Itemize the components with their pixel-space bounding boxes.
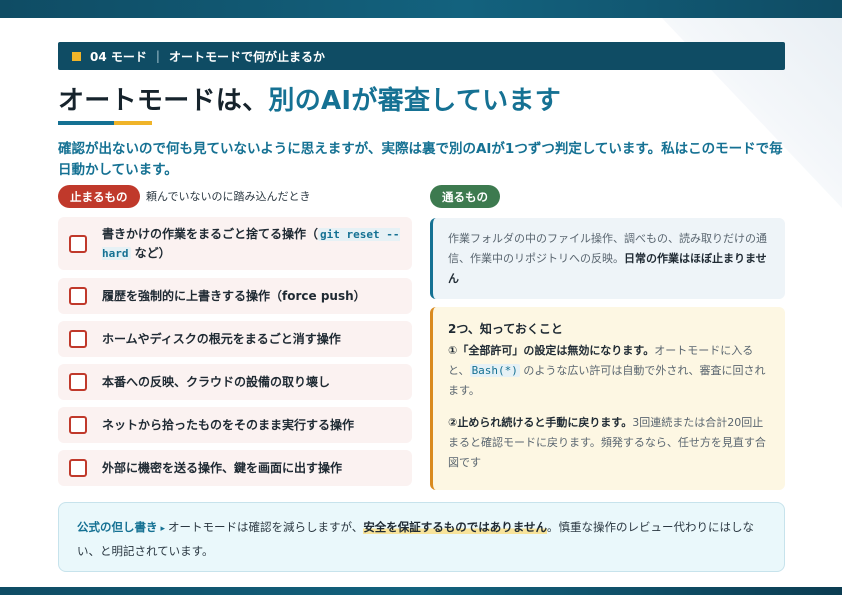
stop-item: ホームやディスクの根元をまるごと消す操作 bbox=[58, 321, 412, 357]
breadcrumb-section: 04 モード bbox=[90, 49, 147, 64]
stop-item-text-b: など） bbox=[130, 245, 171, 260]
square-bullet-icon bbox=[72, 51, 81, 61]
page-title: オートモードは、別のAIが審査しています bbox=[58, 80, 561, 117]
page-title-accent: 別のAIが審査しています bbox=[268, 86, 562, 116]
stop-item: 書きかけの作業をまるごと捨てる操作（ git reset --hard など） bbox=[58, 217, 412, 270]
footer-callout: 公式の但し書き ▸ オートモードは確認を減らしますが、安全を保証するものではありませ… bbox=[58, 502, 785, 572]
checkbox-icon bbox=[69, 234, 87, 253]
checkbox-icon bbox=[69, 287, 87, 305]
stop-item: 本番への反映、クラウドの設備の取り壊し bbox=[58, 364, 412, 400]
pass-label-badge: 通るもの bbox=[430, 185, 500, 208]
notes-title: 2つ、知っておくこと bbox=[448, 322, 563, 336]
lead-text: 確認が出ないので何も見ていないように思えますが、実際は裏で別のAIが1つずつ判定… bbox=[58, 141, 783, 178]
breadcrumb: 04 モード | オートモードで何が止まるか bbox=[58, 42, 785, 70]
stop-item-text: 外部に機密を送る操作、鍵を画面に出す操作 bbox=[102, 461, 343, 475]
footer-emphasis: 安全を保証するものではありません bbox=[363, 520, 547, 534]
underline-yellow bbox=[114, 121, 152, 125]
stop-label-badge: 止まるもの bbox=[58, 185, 140, 208]
note-1-code: Bash(*) bbox=[469, 364, 520, 377]
stop-note: 頼んでいないのに踏み込んだとき bbox=[146, 190, 311, 203]
breadcrumb-separator: | bbox=[155, 49, 160, 63]
checkbox-icon bbox=[69, 330, 87, 348]
arrow-right-icon: ▸ bbox=[160, 524, 166, 534]
footer-text-a: オートモードは確認を減らしますが、 bbox=[168, 520, 364, 534]
title-underline bbox=[58, 121, 152, 125]
note-1: ①「全部許可」の設定は無効になります。オートモードに入ると、 Bash(*) のよ… bbox=[448, 341, 771, 401]
stop-item-text: 書きかけの作業をまるごと捨てる操作（ git reset --hard など） bbox=[102, 225, 402, 263]
pass-card: 作業フォルダの中のファイル操作、調べもの、読み取りだけの通信、作業中のリポジトリ… bbox=[430, 218, 785, 299]
notes-card: 2つ、知っておくこと ①「全部許可」の設定は無効になります。オートモードに入ると… bbox=[430, 307, 785, 490]
stop-item: 履歴を強制的に上書きする操作（force push） bbox=[58, 278, 412, 314]
footer-label: 公式の但し書き bbox=[77, 520, 158, 534]
notes-gap bbox=[448, 401, 771, 413]
page-title-main: オートモードは、 bbox=[58, 86, 269, 116]
stop-item: ネットから拾ったものをそのまま実行する操作 bbox=[58, 407, 412, 443]
checkbox-icon bbox=[69, 416, 87, 434]
checkbox-icon bbox=[69, 373, 87, 391]
stop-item-text: 履歴を強制的に上書きする操作（force push） bbox=[102, 289, 366, 303]
top-bar bbox=[0, 0, 842, 18]
note-2-bold: ②止められ続けると手動に戻ります。 bbox=[448, 416, 633, 429]
note-1-bold: ①「全部許可」の設定は無効になります。 bbox=[448, 344, 655, 357]
note-2: ②止められ続けると手動に戻ります。3回連続または合計20回止まると確認モードに戻… bbox=[448, 413, 771, 473]
stop-item-text-a: 書きかけの作業をまるごと捨てる操作（ bbox=[102, 226, 319, 241]
stop-item-text: 本番への反映、クラウドの設備の取り壊し bbox=[102, 375, 331, 389]
breadcrumb-topic: オートモードで何が止まるか bbox=[168, 49, 325, 64]
checkbox-icon bbox=[69, 459, 87, 477]
stop-item: 外部に機密を送る操作、鍵を画面に出す操作 bbox=[58, 450, 412, 486]
stop-item-text: ホームやディスクの根元をまるごと消す操作 bbox=[102, 332, 341, 346]
bottom-bar bbox=[0, 587, 842, 595]
underline-teal bbox=[58, 121, 114, 125]
stop-item-text: ネットから拾ったものをそのまま実行する操作 bbox=[102, 418, 355, 432]
